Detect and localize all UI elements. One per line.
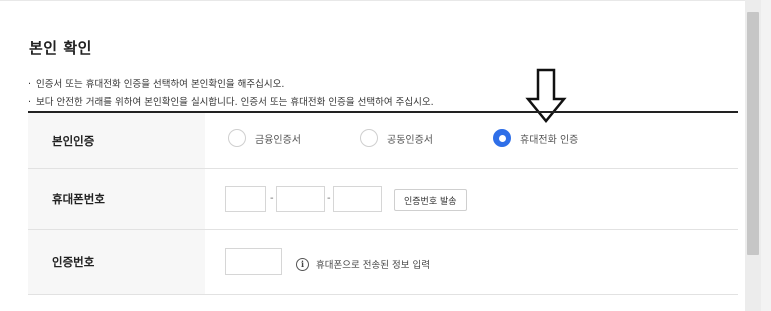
phone-row: 휴대폰번호 - - 인증번호 발송 — [28, 169, 738, 230]
top-divider — [0, 0, 745, 1]
phone-part1-input[interactable] — [225, 186, 266, 212]
code-row: 인증번호 i 휴대폰으로 전송된 정보 입력 — [28, 230, 738, 295]
code-info: i 휴대폰으로 전송된 정보 입력 — [296, 257, 430, 271]
radio-label: 휴대전화 인증 — [520, 134, 579, 146]
auth-code-input[interactable] — [225, 248, 282, 275]
radio-joint-certificate[interactable]: 공동인증서 — [360, 129, 433, 147]
radio-dot — [498, 134, 506, 142]
radio-label: 금융인증서 — [255, 134, 301, 146]
notice-item: · 보다 안전한 거래를 위하여 본인확인을 실시합니다. 인증서 또는 휴대전화… — [28, 97, 434, 108]
auth-method-label: 본인인증 — [28, 113, 205, 168]
radio-circle[interactable] — [228, 129, 246, 147]
window-edge — [761, 0, 771, 311]
phone-separator: - — [270, 193, 274, 204]
notice-item: · 인증서 또는 휴대전화 인증을 선택하여 본인확인을 해주십시오. — [28, 79, 285, 90]
phone-label: 휴대폰번호 — [28, 169, 205, 229]
phone-separator: - — [327, 193, 331, 204]
auth-method-row: 본인인증 금융인증서 공동인증서 휴대전화 인증 — [28, 113, 738, 169]
auth-method-options: 금융인증서 공동인증서 휴대전화 인증 — [205, 113, 738, 168]
phone-part3-input[interactable] — [333, 186, 382, 212]
radio-circle[interactable] — [360, 129, 378, 147]
notice-list: · 인증서 또는 휴대전화 인증을 선택하여 본인확인을 해주십시오. · 보다 안… — [28, 76, 434, 112]
scrollbar-thumb[interactable] — [747, 12, 759, 255]
phone-part2-input[interactable] — [276, 186, 325, 212]
vertical-scrollbar[interactable] — [745, 0, 761, 311]
code-input-area: i 휴대폰으로 전송된 정보 입력 — [205, 230, 738, 294]
code-info-text: 휴대폰으로 전송된 정보 입력 — [316, 260, 430, 271]
radio-financial-certificate[interactable]: 금융인증서 — [228, 129, 301, 147]
radio-label: 공동인증서 — [387, 134, 433, 146]
code-label: 인증번호 — [28, 230, 205, 294]
phone-inputs: - - 인증번호 발송 — [205, 169, 738, 229]
section-title: 본인 확인 — [29, 39, 92, 57]
send-code-button[interactable]: 인증번호 발송 — [394, 189, 467, 211]
info-icon: i — [296, 257, 309, 271]
radio-mobile-auth[interactable]: 휴대전화 인증 — [493, 129, 578, 147]
radio-circle-selected[interactable] — [493, 129, 511, 147]
